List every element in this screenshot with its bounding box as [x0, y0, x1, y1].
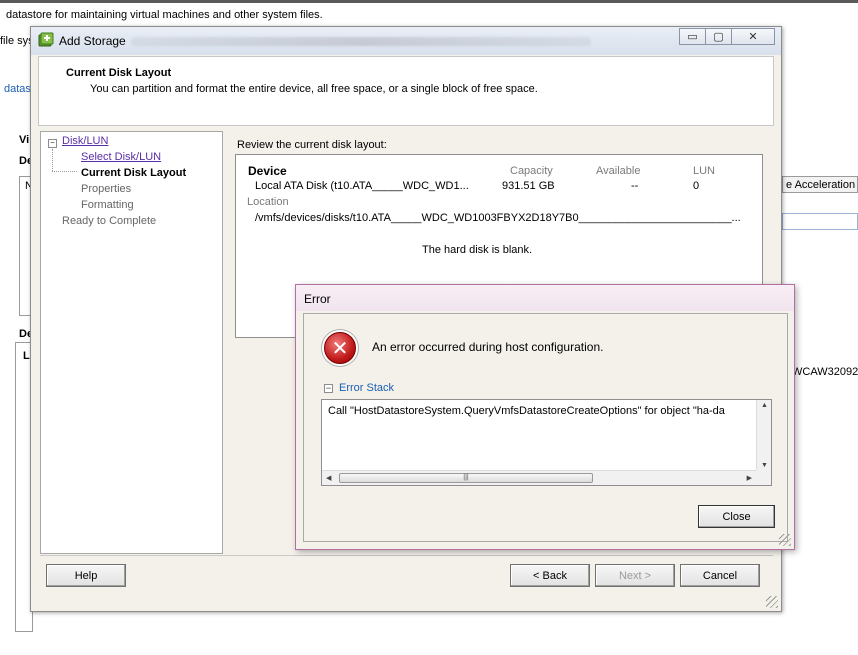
error-stack-text: Call "HostDatastoreSystem.QueryVmfsDatas… [328, 405, 725, 417]
column-lun: LUN [693, 165, 716, 177]
bg-fragment: L [23, 350, 30, 362]
device-lun: 0 [693, 180, 700, 192]
window-caption-buttons: ▭ ▢ ✕ [679, 28, 775, 45]
maximize-button[interactable]: ▢ [705, 28, 732, 45]
horizontal-scrollbar[interactable]: ◀ ||| ▶ [322, 470, 756, 485]
column-device: Device [248, 164, 287, 178]
minimize-icon: ▭ [687, 31, 698, 43]
error-message: An error occurred during host configurat… [372, 340, 604, 354]
step-formatting: Formatting [81, 199, 134, 211]
bg-column-acceleration: e Acceleration [786, 179, 856, 191]
step-current-disk-layout: Current Disk Layout [81, 167, 187, 179]
collapse-icon[interactable]: − [324, 383, 333, 393]
cancel-button[interactable]: Cancel [680, 564, 760, 587]
scroll-up-icon[interactable]: ▲ [761, 402, 768, 409]
horizontal-scroll-thumb[interactable]: ||| [339, 473, 593, 483]
error-dialog: Error ✕ An error occurred during host co… [295, 284, 795, 550]
bg-table-row[interactable] [782, 213, 858, 230]
device-capacity: 931.51 GB [502, 180, 555, 192]
close-icon: ✕ [748, 31, 758, 43]
error-stack-toggle[interactable]: − Error Stack [324, 382, 394, 394]
column-available: Available [596, 165, 641, 177]
window-title: Add Storage [59, 34, 126, 48]
device-available: -- [631, 180, 639, 192]
scroll-down-icon[interactable]: ▼ [761, 462, 768, 469]
vertical-scrollbar[interactable]: ▲ ▼ [756, 400, 771, 471]
scrollbar-corner [756, 470, 771, 485]
error-titlebar[interactable]: Error [296, 285, 794, 311]
blurred-background-text [131, 37, 591, 46]
bg-serial: WCAW320929 [792, 366, 858, 378]
tree-line [52, 171, 77, 172]
bg-description: datastore for maintaining virtual machin… [6, 9, 323, 21]
background-top-bar [0, 0, 858, 3]
error-content: ✕ An error occurred during host configur… [303, 313, 788, 542]
location-path: /vmfs/devices/disks/t10.ATA_____WDC_WD10… [255, 212, 741, 224]
wizard-steps-panel: − Disk/LUN Select Disk/LUN Current Disk … [40, 131, 223, 554]
resize-grip-icon[interactable] [766, 596, 778, 608]
bg-datastore-link[interactable]: datas [4, 83, 31, 95]
error-title: Error [304, 292, 331, 306]
step-properties: Properties [81, 183, 132, 195]
page-subtitle: You can partition and format the entire … [90, 83, 538, 95]
bg-fragment: file sys [0, 35, 34, 47]
disk-blank-message: The hard disk is blank. [422, 244, 533, 256]
maximize-icon: ▢ [713, 31, 724, 43]
page-title: Current Disk Layout [66, 67, 172, 79]
resize-grip-icon[interactable] [779, 534, 791, 546]
next-button[interactable]: Next > [595, 564, 675, 587]
error-stack-textarea[interactable]: Call "HostDatastoreSystem.QueryVmfsDatas… [321, 399, 772, 486]
close-button[interactable]: Close [698, 505, 775, 528]
help-button[interactable]: Help [46, 564, 126, 587]
scroll-right-icon[interactable]: ▶ [747, 474, 752, 482]
device-name: Local ATA Disk (t10.ATA_____WDC_WD1... [255, 180, 469, 192]
scroll-left-icon[interactable]: ◀ [326, 474, 331, 482]
step-ready-to-complete: Ready to Complete [62, 215, 157, 227]
wizard-header: Current Disk Layout You can partition an… [38, 56, 774, 126]
close-window-button[interactable]: ✕ [731, 28, 775, 45]
step-disk-lun[interactable]: Disk/LUN [62, 135, 108, 147]
error-icon: ✕ [324, 332, 356, 364]
tree-line [52, 149, 53, 171]
column-capacity: Capacity [510, 165, 553, 177]
collapse-icon[interactable]: − [48, 139, 57, 148]
location-label: Location [247, 196, 289, 208]
error-x-glyph: ✕ [331, 337, 349, 360]
review-label: Review the current disk layout: [237, 139, 387, 151]
back-button[interactable]: < Back [510, 564, 590, 587]
bg-fragment: Vi [19, 134, 30, 146]
minimize-button[interactable]: ▭ [679, 28, 706, 45]
window-titlebar[interactable]: Add Storage ▭ ▢ ✕ [31, 27, 781, 55]
error-stack-label: Error Stack [339, 382, 395, 394]
footer-divider [40, 555, 773, 556]
storage-icon [38, 32, 54, 47]
step-select-disk[interactable]: Select Disk/LUN [81, 151, 161, 163]
